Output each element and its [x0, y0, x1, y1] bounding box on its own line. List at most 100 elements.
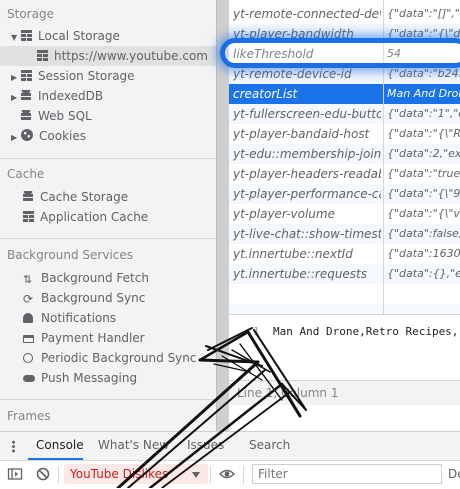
- value-cell[interactable]: {"data":"1","expi: [387, 104, 460, 124]
- cookie-icon: [21, 129, 33, 141]
- sidebar-item-session-storage[interactable]: ▶ Session Storage: [11, 66, 135, 86]
- table-row[interactable]: yt-edu::membership-join-i... {"data":2,"e…: [229, 144, 460, 164]
- credit-card-icon: [23, 335, 34, 343]
- database-icon: [21, 110, 31, 121]
- expanded-arrow-icon[interactable]: ▼: [11, 28, 21, 48]
- value-cell[interactable]: {"data":"{\"RN\": [387, 124, 460, 144]
- table-row[interactable]: yt-player-volume {"data":"{\"volum: [229, 204, 460, 224]
- filter-input[interactable]: [252, 464, 442, 484]
- key-cell[interactable]: yt-fullerscreen-edu-button-...: [233, 104, 381, 124]
- sidebar-item-cookies[interactable]: ▶ Cookies: [11, 126, 86, 146]
- key-cell[interactable]: yt-live-chat::show-timesta...: [233, 224, 381, 244]
- cache-storage-label: Cache Storage: [40, 190, 129, 204]
- session-storage-label: Session Storage: [38, 69, 135, 83]
- value-cell[interactable]: {"data":false,"ex: [387, 224, 460, 244]
- table-row[interactable]: yt.innertube::nextId {"data":1630,"ex: [229, 244, 460, 264]
- value-cell[interactable]: {"data":{},"expira: [387, 264, 460, 284]
- storage-grid-icon: [21, 30, 32, 41]
- key-cell[interactable]: creatorList: [233, 84, 381, 104]
- value-cell[interactable]: {"data":"{\"9p60: [387, 184, 460, 204]
- key-cell[interactable]: yt-edu::membership-join-i...: [233, 144, 381, 164]
- cookies-label: Cookies: [39, 129, 86, 143]
- empty-table-row: [229, 284, 460, 304]
- local-storage-label: Local Storage: [38, 29, 120, 43]
- tab-search[interactable]: Search: [249, 438, 290, 452]
- sidebar-item-cache-storage[interactable]: Cache Storage: [23, 187, 128, 207]
- key-cell[interactable]: yt-remote-connected-devic...: [233, 4, 381, 24]
- sidebar-item-application-cache[interactable]: Application Cache: [23, 207, 148, 227]
- key-cell[interactable]: yt-player-performance-cap: [233, 184, 381, 204]
- toolbar-divider: [58, 466, 59, 484]
- database-icon: [23, 191, 33, 202]
- toolbar-divider: [210, 466, 211, 484]
- tab-whats-new[interactable]: What's New: [98, 438, 169, 452]
- sidebar-item-indexeddb[interactable]: ▶ IndexedDB: [11, 86, 103, 106]
- value-cell[interactable]: {"data":"[]","expir: [387, 4, 460, 24]
- console-toolbar: YouTube Dislikes De: [0, 460, 460, 489]
- periodic-background-sync-label: Periodic Background Sync: [41, 351, 197, 365]
- highlight-annotation: [220, 38, 460, 68]
- push-messaging-label: Push Messaging: [41, 371, 138, 385]
- application-cache-label: Application Cache: [40, 210, 149, 224]
- sidebar-item-background-sync[interactable]: ⟳ Background Sync: [23, 288, 145, 308]
- line-number: 1: [253, 325, 260, 338]
- key-cell[interactable]: yt-player-bandaid-host: [233, 124, 381, 144]
- fetch-arrows-icon: ⇅: [23, 273, 33, 286]
- table-row[interactable]: yt-live-chat::show-timesta... {"data":fal…: [229, 224, 460, 244]
- frames-section-header: Frames: [7, 409, 51, 423]
- divider: [0, 399, 216, 400]
- show-sidebar-icon[interactable]: [7, 466, 23, 482]
- sidebar-item-background-fetch[interactable]: ⇅ Background Fetch: [23, 268, 149, 288]
- preview-text[interactable]: Man And Drone,Retro Recipes,: [273, 325, 458, 338]
- tab-issues[interactable]: Issues: [187, 438, 224, 452]
- database-icon: [21, 90, 31, 101]
- sidebar-item-periodic-background-sync[interactable]: Periodic Background Sync: [23, 348, 197, 368]
- bell-icon: [23, 313, 33, 323]
- table-row[interactable]: yt-fullerscreen-edu-button-... {"data":"1…: [229, 104, 460, 124]
- tab-console[interactable]: Console: [36, 438, 84, 452]
- table-row[interactable]: yt.innertube::requests {"data":{},"expira: [229, 264, 460, 284]
- preview-status-bar: Line 1, Column 1: [229, 380, 460, 405]
- table-row[interactable]: yt-player-headers-readable {"data":"true"…: [229, 164, 460, 184]
- background-sync-label: Background Sync: [41, 291, 146, 305]
- value-cell[interactable]: {"data":"true","ex: [387, 164, 460, 184]
- collapsed-arrow-icon[interactable]: ▶: [11, 128, 21, 148]
- chevron-down-icon[interactable]: [192, 472, 200, 478]
- more-options-icon[interactable]: [12, 440, 15, 453]
- sidebar-item-local-storage[interactable]: ▼ Local Storage: [11, 26, 120, 46]
- notifications-label: Notifications: [41, 311, 117, 325]
- table-row[interactable]: yt-player-bandaid-host {"data":"{\"RN\": [229, 124, 460, 144]
- value-cell[interactable]: {"data":"{\"volum: [387, 204, 460, 224]
- clock-icon: [23, 353, 33, 363]
- log-levels-dropdown[interactable]: De: [448, 467, 460, 481]
- key-cell[interactable]: yt-player-headers-readable: [233, 164, 381, 184]
- sidebar-item-payment-handler[interactable]: Payment Handler: [23, 328, 145, 348]
- value-cell[interactable]: {"data":1630,"ex: [387, 244, 460, 264]
- indexeddb-label: IndexedDB: [38, 89, 104, 103]
- table-row[interactable]: yt-player-performance-cap {"data":"{\"9p6…: [229, 184, 460, 204]
- value-cell[interactable]: {"data":2,"expira: [387, 144, 460, 164]
- clear-console-icon[interactable]: [35, 466, 51, 482]
- divider: [0, 238, 216, 239]
- sidebar-item-notifications[interactable]: Notifications: [23, 308, 116, 328]
- eye-icon[interactable]: [219, 466, 235, 482]
- storage-grid-icon: [37, 50, 48, 61]
- drawer-tab-bar: Console What's New Issues Search: [0, 431, 460, 460]
- divider: [0, 158, 216, 159]
- table-row[interactable]: creatorList Man And Drone: [229, 84, 460, 104]
- cache-section-header: Cache: [7, 167, 45, 181]
- sidebar-item-websql[interactable]: Web SQL: [21, 106, 92, 126]
- key-cell[interactable]: yt-player-volume: [233, 204, 381, 224]
- sync-icon: ⟳: [23, 292, 34, 306]
- sidebar-item-push-messaging[interactable]: Push Messaging: [23, 368, 137, 388]
- collapsed-arrow-icon[interactable]: ▶: [11, 88, 21, 108]
- background-fetch-label: Background Fetch: [41, 271, 149, 285]
- key-cell[interactable]: yt.innertube::nextId: [233, 244, 381, 264]
- context-selector[interactable]: YouTube Dislikes: [64, 464, 208, 484]
- key-cell[interactable]: yt.innertube::requests: [233, 264, 381, 284]
- collapsed-arrow-icon[interactable]: ▶: [11, 68, 21, 88]
- sidebar-item-youtube-origin[interactable]: https://www.youtube.com: [37, 46, 208, 66]
- table-row[interactable]: yt-remote-connected-devic... {"data":"[]"…: [229, 4, 460, 24]
- payment-handler-label: Payment Handler: [41, 331, 145, 345]
- value-cell[interactable]: Man And Drone: [387, 84, 460, 104]
